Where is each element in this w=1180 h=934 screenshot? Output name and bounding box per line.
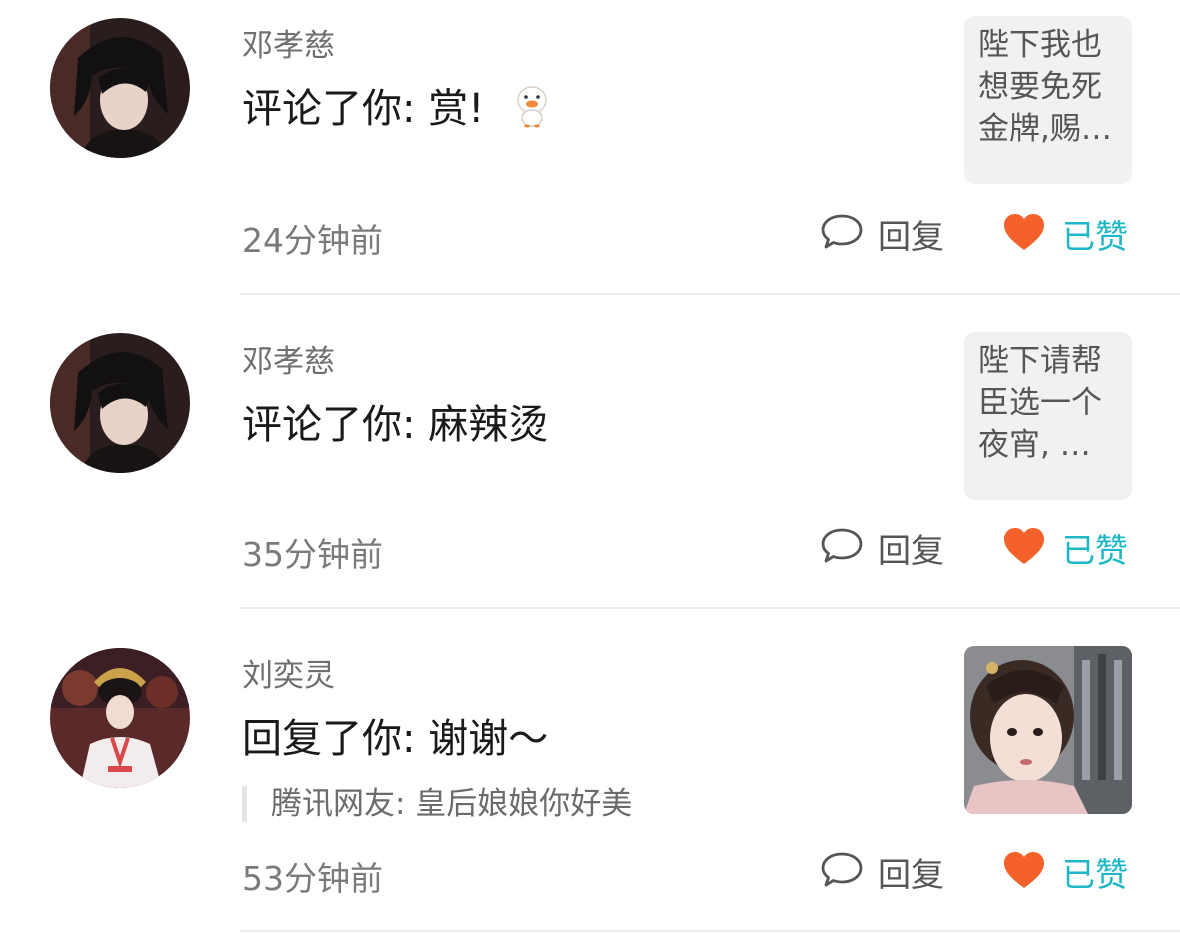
- heart-icon: [1002, 212, 1046, 256]
- post-preview[interactable]: 陛下我也 想要免死 金牌,赐…: [964, 16, 1132, 184]
- reply-label: 回复: [878, 217, 944, 256]
- preview-line: 陛下请帮: [978, 343, 1102, 379]
- notification-item[interactable]: 刘奕灵 回复了你: 谢谢～ 腾讯网友: 皇后娘娘你好美 53分钟前 回复 已赞: [0, 610, 1180, 934]
- preview-line: 陛下我也: [978, 27, 1102, 63]
- reply-label: 回复: [878, 531, 944, 570]
- timestamp: 53分钟前: [242, 859, 383, 898]
- preview-line: 金牌,赐…: [978, 111, 1112, 147]
- quoted-comment[interactable]: 腾讯网友: 皇后娘娘你好美: [242, 786, 632, 822]
- post-preview-image[interactable]: [964, 646, 1132, 814]
- avatar[interactable]: [50, 18, 190, 158]
- reply-button[interactable]: 回复: [820, 526, 944, 570]
- liked-label: 已赞: [1062, 217, 1128, 256]
- avatar-image: [50, 18, 190, 158]
- speech-bubble-icon: [820, 212, 864, 256]
- username[interactable]: 邓孝慈: [242, 336, 335, 381]
- post-preview[interactable]: 陛下请帮 臣选一个 夜宵, …: [964, 332, 1132, 500]
- like-button[interactable]: 已赞: [1002, 212, 1128, 256]
- notification-item[interactable]: 邓孝慈 评论了你: 赏! 陛下我也 想要免死 金牌,赐… 24分钟前 回复 已赞: [0, 0, 1180, 296]
- timestamp: 24分钟前: [242, 221, 383, 260]
- reply-button[interactable]: 回复: [820, 850, 944, 894]
- comment-text-label: 评论了你: 赏!: [242, 86, 485, 132]
- preview-line: 想要免死: [978, 69, 1102, 105]
- divider: [240, 293, 1180, 295]
- comment-text: 回复了你: 谢谢～: [242, 716, 549, 762]
- speech-bubble-icon: [820, 850, 864, 894]
- divider: [240, 607, 1180, 609]
- liked-label: 已赞: [1062, 531, 1128, 570]
- preview-line: 臣选一个: [978, 385, 1102, 421]
- comment-text: 评论了你: 麻辣烫: [242, 402, 549, 448]
- username[interactable]: 刘奕灵: [242, 650, 335, 695]
- reply-label: 回复: [878, 855, 944, 894]
- preview-image: [964, 646, 1132, 814]
- timestamp: 35分钟前: [242, 535, 383, 574]
- like-button[interactable]: 已赞: [1002, 526, 1128, 570]
- comment-text: 评论了你: 赏!: [242, 76, 550, 138]
- avatar-image: [50, 648, 190, 788]
- liked-label: 已赞: [1062, 855, 1128, 894]
- duck-emoji-icon: [514, 84, 550, 138]
- reply-button[interactable]: 回复: [820, 212, 944, 256]
- heart-icon: [1002, 850, 1046, 894]
- avatar[interactable]: [50, 648, 190, 788]
- heart-icon: [1002, 526, 1046, 570]
- username[interactable]: 邓孝慈: [242, 20, 335, 65]
- like-button[interactable]: 已赞: [1002, 850, 1128, 894]
- divider: [240, 930, 1180, 932]
- avatar[interactable]: [50, 333, 190, 473]
- avatar-image: [50, 333, 190, 473]
- notification-item[interactable]: 邓孝慈 评论了你: 麻辣烫 陛下请帮 臣选一个 夜宵, … 35分钟前 回复 已…: [0, 296, 1180, 610]
- speech-bubble-icon: [820, 526, 864, 570]
- preview-line: 夜宵, …: [978, 427, 1091, 463]
